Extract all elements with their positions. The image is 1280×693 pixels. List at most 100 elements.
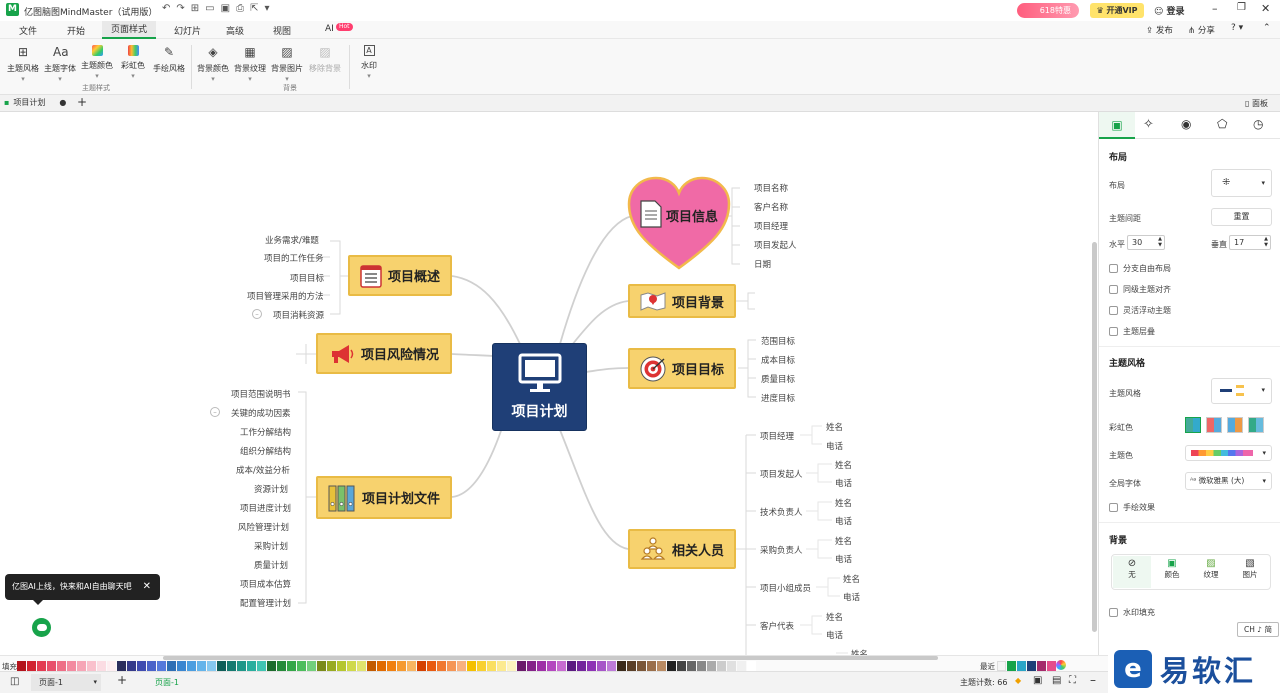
rainbow-button[interactable]: 彩虹色 ▾ (116, 45, 150, 80)
add-page-icon[interactable]: + (117, 673, 127, 687)
color-swatch[interactable] (727, 661, 736, 671)
color-swatch[interactable] (167, 661, 176, 671)
role-3-phone[interactable]: 电话 (835, 553, 852, 565)
save-icon[interactable]: ▣ (221, 3, 236, 14)
topic-info[interactable]: 项目信息 (626, 176, 732, 272)
leaf-goal-2[interactable]: 质量目标 (761, 373, 795, 385)
page-tab[interactable]: 页面-1 (155, 677, 179, 688)
color-swatch[interactable] (217, 661, 226, 671)
leaf-files-2[interactable]: 工作分解结构 (240, 426, 291, 438)
recent-swatches[interactable] (997, 661, 1057, 671)
color-swatch[interactable] (547, 661, 556, 671)
unsaved-dot-icon[interactable]: ● (59, 98, 66, 107)
role-5-name[interactable]: 姓名 (826, 611, 843, 623)
badge-tab-icon[interactable]: ⬠ (1217, 117, 1227, 131)
color-swatch[interactable] (27, 661, 36, 671)
color-swatch[interactable] (277, 661, 286, 671)
role-3[interactable]: 采购负责人 (760, 544, 803, 556)
color-swatch[interactable] (417, 661, 426, 671)
role-5[interactable]: 客户代表 (760, 620, 794, 632)
color-swatch[interactable] (287, 661, 296, 671)
color-swatch[interactable] (387, 661, 396, 671)
color-swatch[interactable] (467, 661, 476, 671)
bg-none-option[interactable]: ⊘ 无 (1113, 556, 1151, 588)
color-swatch[interactable] (107, 661, 116, 671)
export-icon[interactable]: ⇱ (250, 3, 264, 14)
color-swatch[interactable] (357, 661, 366, 671)
leaf-files-10[interactable]: 项目成本估算 (240, 578, 291, 590)
hand-drawn-checkbox[interactable]: 手绘效果 (1109, 502, 1155, 513)
menu-advanced[interactable]: 高级 (226, 24, 244, 37)
leaf-files-3[interactable]: 组织分解结构 (240, 445, 291, 457)
free-branch-checkbox[interactable]: 分支自由布局 (1109, 263, 1171, 274)
role-0-name[interactable]: 姓名 (826, 421, 843, 433)
leaf-info-4[interactable]: 日期 (754, 258, 771, 270)
color-swatch[interactable] (517, 661, 526, 671)
bg-color-button[interactable]: ◈ 背景颜色 ▾ (196, 45, 230, 83)
role-6-name-cut[interactable]: 姓名 (851, 648, 868, 655)
hand-drawn-button[interactable]: ✎ 手绘风格 (152, 45, 186, 74)
login-button[interactable]: ☺ 登录 (1154, 4, 1185, 17)
print-icon[interactable]: ⎙ (236, 3, 250, 14)
leaf-overview-0[interactable]: 业务需求/难题 (265, 234, 319, 246)
page-format-tab-icon[interactable]: ▣ (1099, 112, 1135, 139)
color-swatch[interactable] (397, 661, 406, 671)
color-swatch[interactable] (427, 661, 436, 671)
leaf-files-5[interactable]: 资源计划 (254, 483, 288, 495)
topic-overview[interactable]: 项目概述 (348, 255, 452, 296)
theme-color-select[interactable]: ▾ (1185, 445, 1272, 461)
color-swatch[interactable] (307, 661, 316, 671)
menu-slides[interactable]: 幻灯片 (174, 24, 201, 37)
leaf-goal-0[interactable]: 范围目标 (761, 335, 795, 347)
color-swatch[interactable] (737, 661, 746, 671)
color-swatch[interactable] (507, 661, 516, 671)
menu-file[interactable]: 文件 (19, 24, 37, 37)
color-swatch[interactable] (627, 661, 636, 671)
color-picker-icon[interactable] (1056, 660, 1066, 670)
color-swatch[interactable] (197, 661, 206, 671)
color-swatch[interactable] (237, 661, 246, 671)
leaf-info-2[interactable]: 项目经理 (754, 220, 788, 232)
theme-color-button[interactable]: 主题颜色 ▾ (80, 45, 114, 80)
color-swatch[interactable] (637, 661, 646, 671)
sidebar-toggle-icon[interactable]: ◫ (10, 676, 19, 687)
bg-image-option[interactable]: ▧ 图片 (1231, 556, 1269, 588)
redo-icon[interactable]: ↷ (176, 3, 190, 14)
new-file-icon[interactable]: ⊞ (191, 3, 205, 14)
theme-font-button[interactable]: Aa 主题字体 ▾ (43, 45, 77, 83)
leaf-info-0[interactable]: 项目名称 (754, 182, 788, 194)
collapse-toggle-icon[interactable]: – (252, 309, 262, 319)
leaf-overview-3[interactable]: 项目管理采用的方法 (247, 290, 324, 302)
color-swatch[interactable] (667, 661, 676, 671)
sparkle-tab-icon[interactable]: ✧ (1143, 117, 1154, 132)
leaf-info-3[interactable]: 项目发起人 (754, 239, 797, 251)
ime-indicator[interactable]: CH ♪ 简 (1237, 622, 1279, 637)
role-4-name[interactable]: 姓名 (843, 573, 860, 585)
watermark-fill-checkbox[interactable]: 水印填充 (1109, 607, 1155, 618)
color-swatch[interactable] (147, 661, 156, 671)
rainbow-option-icon[interactable] (1206, 417, 1222, 433)
layout-select[interactable]: ⁜ ▾ (1211, 169, 1272, 197)
topic-overlap-checkbox[interactable]: 主题层叠 (1109, 326, 1155, 337)
leaf-goal-1[interactable]: 成本目标 (761, 354, 795, 366)
color-swatch[interactable] (557, 661, 566, 671)
color-swatch[interactable] (647, 661, 656, 671)
fit-width-icon[interactable]: ▤ (1052, 675, 1061, 686)
color-swatch[interactable] (267, 661, 276, 671)
role-1-phone[interactable]: 电话 (835, 477, 852, 489)
leaf-overview-2[interactable]: 项目目标 (290, 272, 324, 284)
color-swatch[interactable] (137, 661, 146, 671)
color-swatch[interactable] (607, 661, 616, 671)
color-swatch[interactable] (127, 661, 136, 671)
rainbow-option-icon[interactable] (1185, 417, 1201, 433)
leaf-goal-3[interactable]: 进度目标 (761, 392, 795, 404)
menu-ai[interactable]: AI (325, 24, 334, 34)
leaf-files-9[interactable]: 质量计划 (254, 559, 288, 571)
ai-assistant-button[interactable] (32, 618, 51, 637)
color-swatch[interactable] (707, 661, 716, 671)
color-swatch[interactable] (537, 661, 546, 671)
undo-icon[interactable]: ↶ (162, 3, 176, 14)
color-swatch[interactable] (247, 661, 256, 671)
tooltip-close-icon[interactable]: ✕ (143, 574, 151, 600)
color-swatch[interactable] (347, 661, 356, 671)
